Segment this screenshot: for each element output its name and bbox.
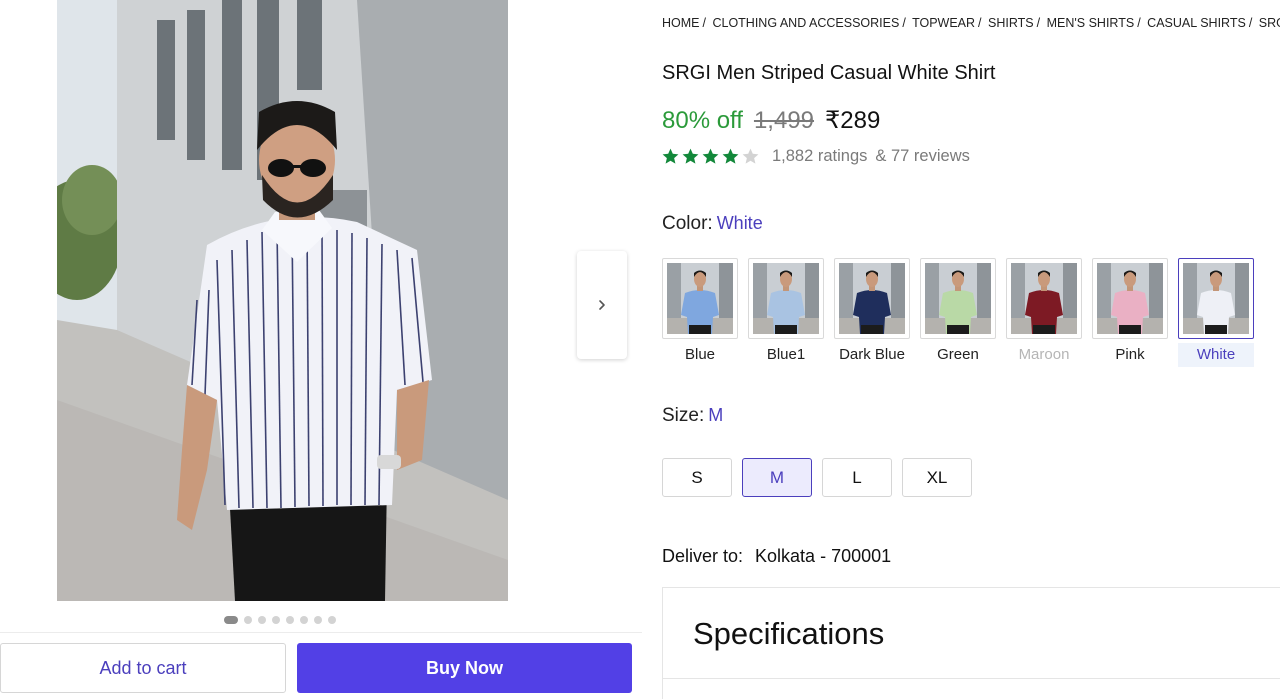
- star-empty-icon: [742, 148, 759, 164]
- pagination-dot[interactable]: [244, 615, 252, 624]
- swatch-photo: [1097, 263, 1163, 334]
- pagination-dot[interactable]: [300, 615, 308, 624]
- ratings-count: 1,882 ratings: [772, 147, 868, 165]
- next-image-button[interactable]: [577, 251, 627, 359]
- color-swatch-dark-blue[interactable]: Dark Blue: [834, 258, 910, 367]
- specifications-section[interactable]: Specifications: [662, 587, 1280, 679]
- star-rating: [661, 147, 760, 166]
- pagination-dot[interactable]: [314, 615, 322, 624]
- swatch-label: Maroon: [1018, 346, 1070, 363]
- star-filled-icon: [662, 148, 679, 164]
- color-options: Blue Blue1 Dark Blue Green Maroon Pink White: [662, 258, 1254, 367]
- buy-now-button[interactable]: Buy Now: [297, 643, 632, 693]
- color-swatch-blue1[interactable]: Blue1: [748, 258, 824, 367]
- swatch-thumbnail: [662, 258, 738, 339]
- product-title: SRGI Men Striped Casual White Shirt: [662, 62, 996, 84]
- swatch-thumbnail: [1178, 258, 1254, 339]
- pagination-dot[interactable]: [258, 615, 266, 624]
- size-option-xl[interactable]: XL: [902, 458, 972, 497]
- breadcrumb-item[interactable]: CASUAL SHIRTS: [1147, 16, 1246, 30]
- swatch-label: Blue: [684, 346, 716, 363]
- pagination-dot[interactable]: [224, 615, 238, 624]
- breadcrumb-item[interactable]: MEN'S SHIRTS: [1047, 16, 1135, 30]
- size-option-s[interactable]: S: [662, 458, 732, 497]
- add-to-cart-button[interactable]: Add to cart: [0, 643, 286, 693]
- swatch-label: Green: [937, 346, 979, 363]
- swatch-label: Dark Blue: [839, 346, 905, 363]
- swatch-photo: [925, 263, 991, 334]
- swatch-photo: [667, 263, 733, 334]
- color-swatch-blue[interactable]: Blue: [662, 258, 738, 367]
- swatch-photo: [1011, 263, 1077, 334]
- discount-percent: 80% off: [662, 107, 743, 134]
- color-swatch-white[interactable]: White: [1178, 258, 1254, 367]
- pagination-dot[interactable]: [286, 615, 294, 624]
- color-swatch-maroon[interactable]: Maroon: [1006, 258, 1082, 367]
- breadcrumb: HOME / CLOTHING AND ACCESSORIES / TOPWEAR /…: [662, 16, 1280, 30]
- selling-price: ₹289: [825, 107, 881, 134]
- swatch-thumbnail: [920, 258, 996, 339]
- color-swatch-green[interactable]: Green: [920, 258, 996, 367]
- breadcrumb-item[interactable]: SRGI C: [1259, 16, 1280, 30]
- swatch-label: White: [1178, 343, 1254, 367]
- size-label-row: Size: M: [662, 405, 723, 427]
- swatch-label: Pink: [1115, 346, 1145, 363]
- selected-size: M: [708, 405, 724, 425]
- size-label: Size:: [662, 405, 705, 426]
- swatch-photo: [1183, 263, 1249, 334]
- pagination-dot[interactable]: [272, 615, 280, 624]
- deliver-label: Deliver to:: [662, 546, 744, 566]
- star-filled-icon: [682, 148, 699, 164]
- size-options: S M L XL: [662, 458, 972, 497]
- pagination-dot[interactable]: [328, 615, 336, 624]
- chevron-right-icon: [599, 300, 605, 310]
- size-option-l[interactable]: L: [822, 458, 892, 497]
- swatch-photo: [753, 263, 819, 334]
- star-filled-icon: [702, 148, 719, 164]
- breadcrumb-item[interactable]: SHIRTS: [988, 16, 1034, 30]
- breadcrumb-item[interactable]: HOME: [662, 16, 700, 30]
- purchase-action-bar: Add to cart Buy Now: [0, 632, 642, 699]
- product-main-image[interactable]: [57, 0, 508, 601]
- star-filled-icon: [722, 148, 739, 164]
- swatch-thumbnail: [748, 258, 824, 339]
- swatch-thumbnail: [1092, 258, 1168, 339]
- image-pagination: [224, 615, 336, 624]
- rating-summary[interactable]: 1,882 ratings & 77 reviews: [661, 147, 970, 166]
- color-label: Color:: [662, 213, 713, 234]
- delivery-location[interactable]: Kolkata - 700001: [755, 546, 891, 567]
- swatch-label: Blue1: [766, 346, 806, 363]
- price-row: 80% off 1,499 ₹289: [662, 106, 880, 135]
- color-label-row: Color: White: [662, 213, 763, 235]
- breadcrumb-item[interactable]: CLOTHING AND ACCESSORIES: [712, 16, 899, 30]
- original-price: 1,499: [753, 107, 815, 134]
- swatch-thumbnail: [1006, 258, 1082, 339]
- swatch-thumbnail: [834, 258, 910, 339]
- delivery-row: Deliver to: Kolkata - 700001: [662, 546, 891, 567]
- reviews-count: & 77 reviews: [875, 147, 970, 165]
- size-option-m[interactable]: M: [742, 458, 812, 497]
- breadcrumb-item[interactable]: TOPWEAR: [912, 16, 975, 30]
- product-photo: [57, 0, 508, 601]
- specifications-title: Specifications: [693, 616, 885, 651]
- swatch-photo: [839, 263, 905, 334]
- selected-color: White: [716, 213, 763, 233]
- specifications-content: [662, 678, 1280, 699]
- color-swatch-pink[interactable]: Pink: [1092, 258, 1168, 367]
